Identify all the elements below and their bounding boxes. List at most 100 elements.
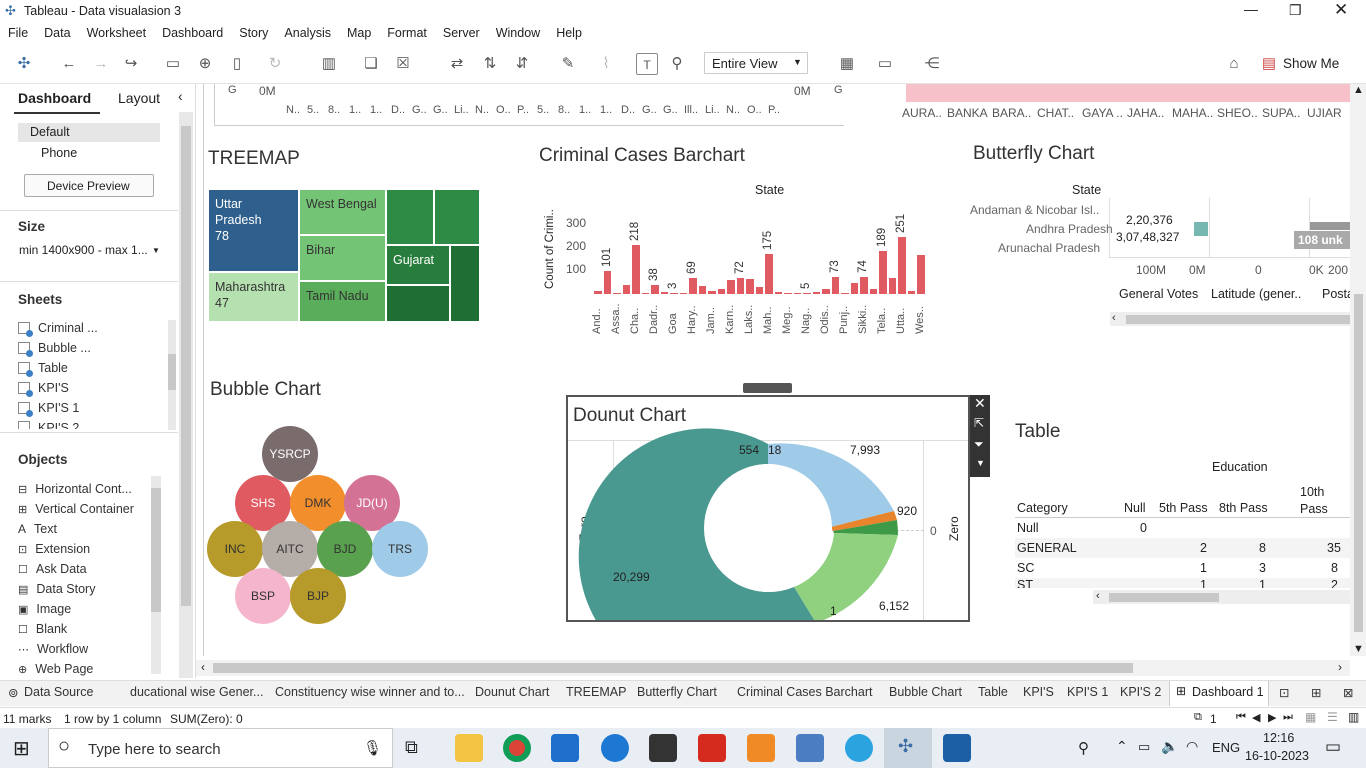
telegram-icon[interactable] xyxy=(845,734,873,762)
canvas-hscroll-thumb[interactable] xyxy=(213,663,1133,673)
tab-kpis-2[interactable]: KPI'S 2 xyxy=(1120,685,1161,699)
menu-dashboard[interactable]: Dashboard xyxy=(154,26,231,40)
tab-dashboard-1[interactable]: ⊞ Dashboard 1 xyxy=(1169,681,1269,706)
bubble-bjp[interactable]: BJP xyxy=(290,568,346,624)
tab-kpis-1[interactable]: KPI'S 1 xyxy=(1067,685,1108,699)
bar[interactable] xyxy=(755,287,763,294)
menu-window[interactable]: Window xyxy=(488,26,548,40)
object-workflow[interactable]: ⋯ Workflow xyxy=(18,642,88,656)
bar[interactable] xyxy=(622,284,630,294)
device-phone[interactable]: Phone xyxy=(41,146,77,160)
left-pane-scroll-thumb[interactable] xyxy=(181,126,191,606)
menu-data[interactable]: Data xyxy=(36,26,78,40)
restore-icon[interactable]: ❐ xyxy=(1289,2,1302,19)
show-cards-icon[interactable]: ▦ xyxy=(836,53,858,75)
list-view-icon[interactable]: ☰ xyxy=(1327,710,1338,724)
windows-start-icon[interactable]: ⊞ xyxy=(13,736,30,761)
menu-file[interactable]: File xyxy=(0,26,36,40)
new-worksheet-tab-icon[interactable]: ⊡ xyxy=(1279,685,1289,700)
new-datasource-icon[interactable]: ⊕ xyxy=(194,53,216,75)
more-options-icon[interactable]: ▼ xyxy=(976,458,985,468)
menu-help[interactable]: Help xyxy=(548,26,590,40)
task-view-icon[interactable]: ⧉ xyxy=(405,737,418,758)
bar[interactable] xyxy=(603,271,611,294)
bar[interactable] xyxy=(689,278,697,294)
unknown-badge[interactable]: 108 unk xyxy=(1294,231,1350,249)
store-icon[interactable] xyxy=(649,734,677,762)
microphone-icon[interactable]: 🎙 xyxy=(363,739,382,757)
scroll-left-icon[interactable]: ‹ xyxy=(1096,590,1100,602)
first-sheet-icon[interactable]: ⏮ xyxy=(1236,711,1246,724)
bar[interactable] xyxy=(860,277,868,294)
donut-zone[interactable]: Dounut Chart Zero 0 Zero 0 554 18 7,993 … xyxy=(566,395,970,622)
treemap-cell-west-bengal[interactable]: West Bengal xyxy=(299,189,386,235)
clock-time[interactable]: 12:16 xyxy=(1263,731,1294,745)
bar[interactable] xyxy=(594,291,602,294)
show-me-icon[interactable]: ▤ xyxy=(1258,53,1280,75)
object-blank[interactable]: ☐ Blank xyxy=(18,622,67,636)
last-sheet-icon[interactable]: ⏭ xyxy=(1283,711,1293,724)
menu-format[interactable]: Format xyxy=(379,26,435,40)
scroll-left-icon[interactable]: ‹ xyxy=(201,660,205,674)
notification-icon[interactable]: ▭ xyxy=(1325,737,1341,757)
wordpad-icon[interactable] xyxy=(796,734,824,762)
bar[interactable] xyxy=(698,285,706,294)
tray-chevron-icon[interactable]: ⌃ xyxy=(1116,738,1128,755)
bar[interactable] xyxy=(670,293,678,294)
refresh-icon[interactable]: ↻ xyxy=(264,53,286,75)
table-hscrollbar[interactable]: ‹ xyxy=(1093,590,1350,604)
sheet-item[interactable]: KPI'S 2 xyxy=(18,421,79,429)
format-painter-icon[interactable]: ⌂ xyxy=(1223,53,1245,75)
bar[interactable] xyxy=(803,292,811,294)
filter-icon[interactable]: ⏷ xyxy=(974,437,984,452)
bar[interactable] xyxy=(907,291,915,294)
show-me-button[interactable]: Show Me xyxy=(1283,56,1339,71)
bar[interactable] xyxy=(841,293,849,294)
edge-icon[interactable] xyxy=(601,734,629,762)
bar[interactable] xyxy=(917,255,925,294)
bar[interactable] xyxy=(679,292,687,294)
tableau-taskbar-button[interactable]: ✣ xyxy=(884,728,932,768)
sheet-item[interactable]: Table xyxy=(18,361,68,377)
bar[interactable] xyxy=(784,292,792,294)
sheets-scroll-thumb[interactable] xyxy=(168,354,176,390)
clock-date[interactable]: 16-10-2023 xyxy=(1245,749,1309,763)
sheet-item[interactable]: KPI'S xyxy=(18,381,69,397)
tab-layout[interactable]: Layout xyxy=(118,90,160,106)
bar[interactable] xyxy=(717,289,725,294)
bar[interactable] xyxy=(613,292,621,294)
bar[interactable] xyxy=(651,285,659,294)
butterfly-bar[interactable] xyxy=(1194,222,1208,236)
file-explorer-icon[interactable] xyxy=(455,734,483,762)
tab-data-source[interactable]: Data Source xyxy=(24,685,93,699)
object-text[interactable]: A Text xyxy=(18,522,57,536)
new-worksheet-icon[interactable]: ▥ xyxy=(318,53,340,75)
collapse-pane-icon[interactable]: ‹ xyxy=(178,88,183,104)
menu-story[interactable]: Story xyxy=(231,26,276,40)
highlight-icon[interactable]: ✎ xyxy=(557,53,579,75)
taskbar-search[interactable]: ○ Type here to search 🎙 xyxy=(48,728,393,768)
treemap-cell-tamil-nadu[interactable]: Tamil Nadu xyxy=(299,281,386,322)
treemap-cell[interactable] xyxy=(386,189,434,245)
treemap-cell-maharashtra[interactable]: Maharashtra 47 xyxy=(208,272,299,322)
redo-icon[interactable]: → xyxy=(90,53,112,75)
device-default[interactable]: Default xyxy=(18,123,160,142)
object-ask-data[interactable]: ☐ Ask Data xyxy=(18,562,87,576)
bar[interactable] xyxy=(727,280,735,294)
new-story-tab-icon[interactable]: ⊠ xyxy=(1343,685,1353,700)
bar[interactable] xyxy=(746,279,754,294)
bubble-ysrcp[interactable]: YSRCP xyxy=(262,426,318,482)
bar[interactable] xyxy=(888,278,896,294)
language-indicator[interactable]: ENG xyxy=(1212,740,1240,755)
bar[interactable] xyxy=(708,290,716,294)
menu-server[interactable]: Server xyxy=(435,26,488,40)
filmstrip-view-icon[interactable]: ▥ xyxy=(1348,710,1359,724)
scroll-up-icon[interactable]: ▲ xyxy=(1353,84,1364,96)
treemap-cell-bihar[interactable]: Bihar xyxy=(299,235,386,281)
volume-icon[interactable]: 🔈 xyxy=(1161,738,1178,755)
fit-select[interactable]: Entire View ▼ xyxy=(704,52,808,74)
replay-icon[interactable]: ↪ xyxy=(120,53,142,75)
object-vertical-container[interactable]: ⊞ Vertical Container xyxy=(18,502,134,516)
next-sheet-icon[interactable]: ▶ xyxy=(1268,711,1276,724)
photos-icon[interactable] xyxy=(943,734,971,762)
